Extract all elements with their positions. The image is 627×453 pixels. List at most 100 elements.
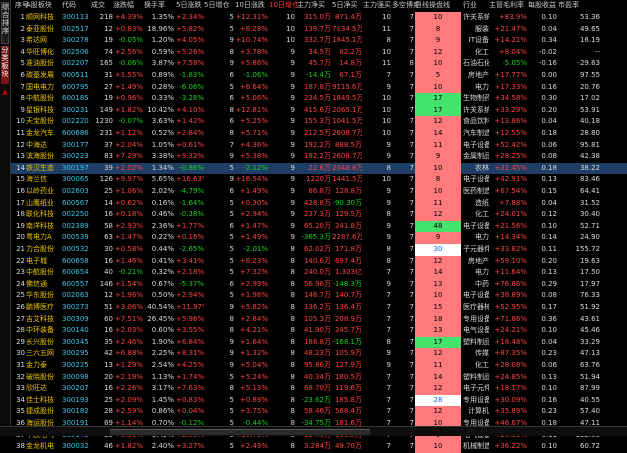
cell-n: 6 <box>20 71 25 79</box>
table-row[interactable]: 5 准油股份 002207 165 -0.06% 3.87% +7.58% 9 +5.86% 9 4… <box>11 58 627 70</box>
collapse-arrow-icon[interactable]: ▲ <box>1 88 9 96</box>
table-row[interactable]: 32 破晓股份 300098 20 +2.19% 1.13% +1.74% 5 +5.24% 8 4… <box>11 371 627 384</box>
cell-eps: 0.10 <box>541 442 557 451</box>
column-header[interactable]: 5日涨跌 <box>176 0 201 11</box>
cell-eps: 0.04 <box>541 198 557 207</box>
column-header[interactable]: 主力强买 <box>363 0 391 11</box>
cell-chg: +1.54% <box>114 279 143 288</box>
tab-sector-category[interactable]: 分类板块 <box>1 46 9 84</box>
cell-pe: 57.40 <box>579 407 600 416</box>
cell-bull: 7 <box>409 372 414 381</box>
table-row[interactable]: 3 希达网 300278 19 -0.05% 1.20% +4.05% 9 +10.74% 10 3… <box>11 35 627 47</box>
cell-name: 铁汉生态 <box>26 163 54 172</box>
cell-chg: +2.03% <box>114 326 143 335</box>
cell-bull: 7 <box>409 47 414 56</box>
cell-gross: +33.29% <box>494 105 527 114</box>
table-row[interactable]: 35 捷成股份 300182 28 +2.59% 0.86% +0.04% 5 +3.75% 8 5… <box>11 406 627 418</box>
table-row[interactable]: 28 中环装备 300140 16 +2.03% 0.60% +3.55% 8 +4.21% 8 4… <box>11 325 627 337</box>
table-row[interactable]: 18 联化科技 002250 16 +0.18% 0.46% -0.38% 5 +2.94% 9 2… <box>11 209 627 221</box>
cell-net5: 208.9万 <box>334 314 362 323</box>
column-header[interactable]: 主力净买 <box>297 0 325 11</box>
table-row[interactable]: 31 金力泰 300225 13 +1.29% 2.54% +4.25% 9 +5.04% 8 95… <box>11 360 627 372</box>
table-row[interactable]: 38 金龙机电 300032 46 +1.82% 2.40% +3.27% 5 +2.49% 8 3… <box>11 441 627 453</box>
table-row[interactable]: 34 佳士科技 300193 25 +2.09% 1.45% +0.83% 5 +0.89% 8-… <box>11 394 627 407</box>
column-header[interactable]: 5日增仓 <box>204 0 229 11</box>
cell-d10: +5.86% <box>239 59 268 68</box>
table-row[interactable]: 22 电子城 600658 16 +1.46% 0.41% +3.41% 5 +6.23% 8 14… <box>11 255 627 268</box>
cell-name: 捷成股份 <box>26 407 54 416</box>
cell-d5s: 9 <box>229 349 234 358</box>
cell-pe: 38.22 <box>579 163 600 172</box>
table-row[interactable]: 10 天宝股份 002220 1230 -0.07% 3.63% +1.42% 6 +5.25%… <box>11 116 627 128</box>
column-header[interactable]: 成交 <box>91 0 105 11</box>
table-row[interactable]: 12 中海达 300177 37 +2.04% 1.05% +0.61% 7 +4.36% 9 19… <box>11 139 627 152</box>
table-row[interactable]: 27 吉艾科技 300309 60 +7.51% 26.45% +5.96% 8 +2.84% 8… <box>11 313 627 326</box>
cell-main: 68.70万 <box>303 384 331 393</box>
cell-chg: -0.05% <box>118 36 143 45</box>
column-header[interactable]: 日线操盘线 <box>415 0 450 11</box>
cell-n: 14 <box>16 163 25 172</box>
column-header[interactable]: 代码 <box>62 0 76 11</box>
cell-name: 海兰信 <box>26 175 47 184</box>
cell-bull: 7 <box>409 13 414 21</box>
column-header[interactable]: 5日净买 <box>332 0 357 11</box>
cell-d10s: 9 <box>290 175 295 184</box>
tab-market-overview[interactable]: 综合排序 <box>1 2 9 44</box>
column-header[interactable]: 换手率 <box>144 0 165 11</box>
table-row[interactable]: 9 星银科技 300231 149 +1.82% 10.42% +4.10% 8 +12.81%… <box>11 104 627 117</box>
column-header[interactable]: 10日增仓 <box>269 0 299 11</box>
cell-turn: 1.34% <box>151 163 174 172</box>
table-row[interactable]: 2 泰亚股份 002517 12 +0.83% 18.96% +5.82% 5 +6.28% 10… <box>11 23 627 36</box>
cell-chg: +1.29% <box>114 361 143 369</box>
cell-d10: +10.74% <box>235 36 268 45</box>
cell-d5s: 8 <box>229 47 234 56</box>
table-row[interactable]: 6 碳基发展 000511 31 +1.55% 0.89% -1.83% 6 -1.06% 9 -1… <box>11 70 627 82</box>
scrollbar-thumb[interactable] <box>110 429 370 435</box>
daily-trade-line-bar: 9 <box>415 35 461 47</box>
table-row[interactable]: 14 铁汉生态 300197 39 +2.02% 1.34% -0.86% 5 -2.12% 9 2… <box>11 162 627 175</box>
column-header[interactable]: 市盈率 <box>558 0 579 11</box>
table-row[interactable]: 4 华旺博化 002506 74 +2.56% 0.59% +5.26% 8 +3.78% 9 34… <box>11 46 627 59</box>
table-row[interactable]: 13 滨海股份 300223 83 +7.29% 3.38% +9.32% 9 +5.38% 9 1… <box>11 151 627 163</box>
table-row[interactable]: 7 国电电力 600795 27 +1.49% 0.28% -6.06% 5 +6.64% 9 18… <box>11 81 627 94</box>
table-row[interactable]: 21 力合股份 000532 30 +0.58% 0.44% -2.65% 5 -2.01% 8 6… <box>11 244 627 256</box>
column-header[interactable]: 每股收益 <box>528 0 556 11</box>
table-row[interactable]: 11 金龙汽车 600686 231 +1.12% 0.52% +2.84% 8 +5.71% 9… <box>11 128 627 140</box>
table-row[interactable]: 17 山鹰纸业 600567 14 +0.62% 0.16% -1.64% 5 +0.30% 9 4… <box>11 197 627 210</box>
cell-d5s: 8 <box>229 384 234 393</box>
table-row[interactable]: 30 三六五网 300295 42 +6.88% 2.25% +8.31% 9 +1.32% 8 4… <box>11 348 627 360</box>
table-row[interactable]: 20 粤电力A 000539 63 +1.47% 0.22% +0.16% 5 +1.49% 9-… <box>11 232 627 244</box>
table-row[interactable]: 8 中航股份 600185 19 +0.96% 0.33% -3.28% 6 +5.06% 9 23… <box>11 93 627 105</box>
table-row[interactable]: 26鹏博医疗 300273 51+3.06% 40.54%+11.97% 9 +5.82%… <box>11 302 627 314</box>
table-row[interactable]: 16 以岭药业 002603 25 +1.06% 2.02% -4.79% 6 +1.49% 9 8… <box>11 186 627 198</box>
cell-net5: 180.5万 <box>334 372 362 381</box>
cell-net5: 1849.5万 <box>332 94 362 103</box>
cell-eps: 0.18 <box>541 129 557 137</box>
cell-strong: 11 <box>382 24 391 33</box>
daily-trade-line-bar: 15 <box>415 302 461 314</box>
table-row[interactable]: 19 南洋科技 002389 58 +2.93% 2.36% +1.77% 6 +1.47% 9 6… <box>11 220 627 233</box>
column-header[interactable]: 行业 <box>463 0 477 11</box>
table-row[interactable]: 1 顺网科技 300113 218 +4.39% 1.35% +2.34% 5 +12.31% 1… <box>11 12 627 24</box>
table-row[interactable]: 33 欣旺达 300207 16 +2.26% 3.17% +7.63% 8 +5.13% 8 68… <box>11 383 627 395</box>
cell-ind: 电子设备 <box>463 140 489 149</box>
column-header[interactable]: 涨跌幅 <box>113 0 134 11</box>
cell-ind: 传媒 <box>475 349 489 358</box>
cell-gross: +7.88% <box>498 198 527 207</box>
cell-bull: 7 <box>409 245 414 253</box>
table-row[interactable]: 25 华东股份 002063 12 +1.96% 0.50% +2.94% 5 +1.98% 8 1… <box>11 290 627 302</box>
table-row[interactable]: 23 中航股份 600654 40 -0.21% 0.32% +2.18% 5 +7.32% 8 2… <box>11 267 627 279</box>
table-row[interactable]: 29 长兴股份 300345 35 +2.46% 1.90% +6.84% 9 +1.64% 8 1… <box>11 336 627 349</box>
cell-d5: +8.31% <box>176 349 204 358</box>
column-header[interactable]: 主管毛利率 <box>489 0 524 11</box>
cell-ind: 汽车制造 <box>463 129 489 137</box>
column-header[interactable]: A股板块 <box>26 0 52 11</box>
cell-d10s: 10 <box>286 24 295 33</box>
table-row[interactable]: 15海兰信300065126+9.97%5.65%+16.63%9+16.54%… <box>11 174 627 186</box>
cell-vol: 58 <box>104 221 113 230</box>
table-row[interactable]: 24 佛信通 600557 146 +1.54% 0.67% -5.37% 6 +2.99% 8 5… <box>11 278 627 291</box>
cell-code: 300225 <box>62 361 89 369</box>
column-header[interactable]: 10日涨跌 <box>235 0 265 11</box>
cell-eps: 0.04 <box>541 337 557 346</box>
cell-net5: 1441.5万 <box>332 175 362 184</box>
